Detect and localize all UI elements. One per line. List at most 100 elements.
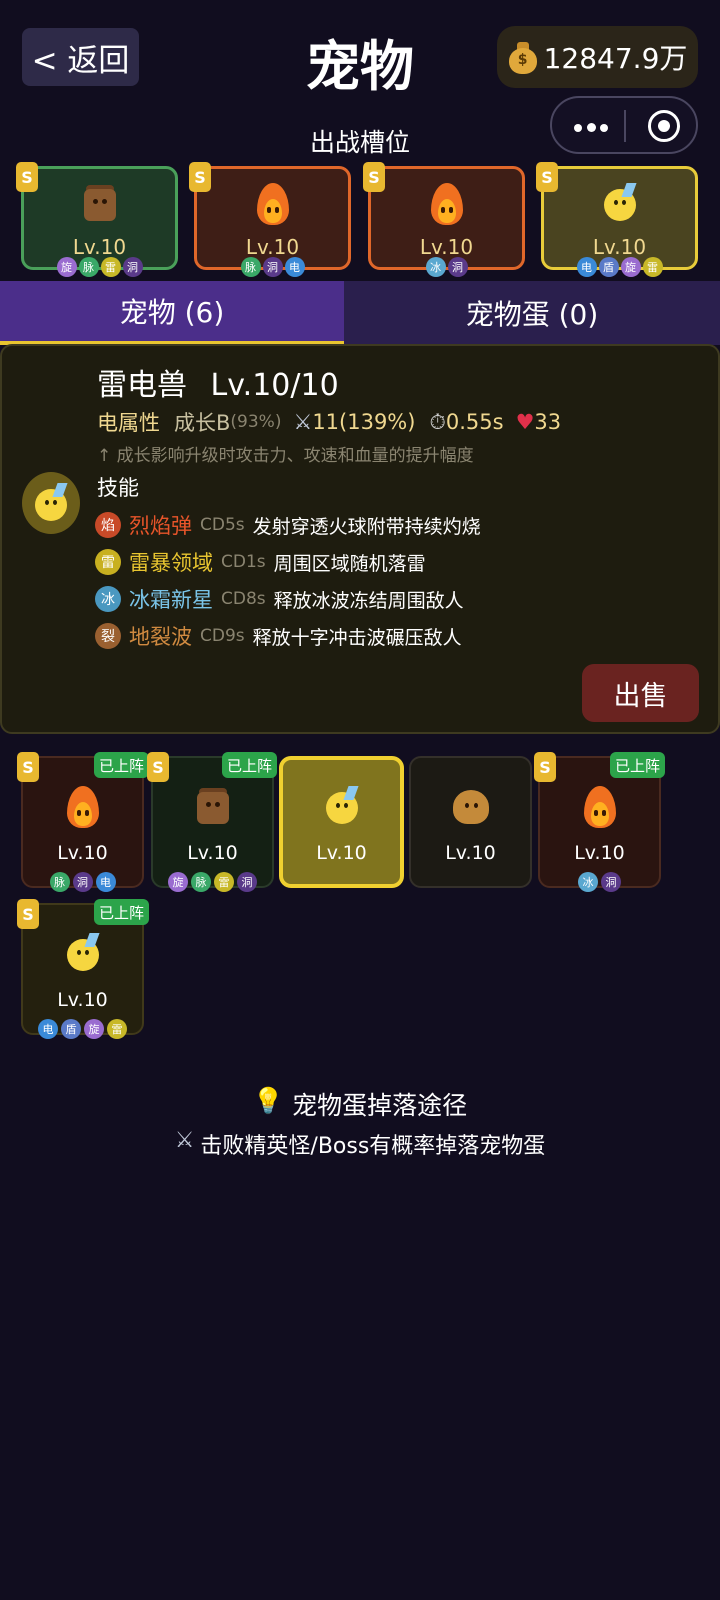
speed-value: 0.55s — [445, 410, 504, 434]
pet-card-tags: 旋脉雷洞 — [153, 872, 272, 892]
skill-cd: CD9s — [200, 626, 245, 646]
skill-name: 地裂波 — [129, 625, 192, 649]
slot-tags: 旋脉雷洞 — [24, 257, 175, 277]
element-tag: 电 — [284, 257, 305, 277]
element-tag: 雷 — [100, 257, 121, 277]
element-tag: 脉 — [240, 257, 261, 277]
element-tag: 旋 — [620, 257, 641, 277]
element-tag: 雷 — [642, 257, 663, 277]
battle-slot[interactable]: Lv.10 冰洞 — [368, 166, 525, 277]
tab-eggs-label: 宠物蛋 (0) — [465, 298, 599, 331]
pet-element: 电属性 — [97, 411, 160, 435]
element-tag: 洞 — [72, 872, 93, 892]
skill-row: 焰 烈焰弹 CD5s 发射穿透火球附带持续灼烧 — [95, 510, 481, 540]
element-tag: 旋 — [168, 872, 188, 892]
slot-tags: 冰洞 — [371, 257, 522, 277]
slot-level: Lv.10 — [245, 235, 300, 259]
skill-row: 冰 冰霜新星 CD8s 释放冰波冻结周围敌人 — [95, 584, 464, 614]
skill-row: 雷 雷暴领域 CD1s 周围区域随机落雷 — [95, 547, 426, 577]
pet-card-level: Lv.10 — [445, 842, 496, 864]
fire-skill-icon: 焰 — [95, 512, 121, 538]
element-tag: 雷 — [107, 1019, 127, 1039]
skill-cd: CD8s — [221, 589, 266, 609]
pet-thunder-bird-icon — [600, 183, 640, 223]
skill-desc: 释放十字冲击波碾压敌人 — [252, 626, 462, 649]
skill-desc: 周围区域随机落雷 — [273, 552, 426, 575]
pet-stump-icon — [80, 183, 120, 223]
slot-level: Lv.10 — [419, 235, 474, 259]
sell-button-label: 出售 — [613, 680, 668, 712]
earth-skill-icon: 裂 — [95, 623, 121, 649]
rank-badge: S — [534, 752, 556, 782]
pet-thunder-bird-icon — [63, 933, 103, 973]
pet-card-selected[interactable]: Lv.10 — [279, 756, 404, 888]
pet-rock-icon — [449, 786, 493, 826]
skill-cd: CD1s — [221, 552, 266, 572]
pet-card[interactable]: Lv.10 — [409, 756, 532, 888]
crossed-swords-icon: ⚔ — [174, 1128, 195, 1153]
skill-desc: 发射穿透火球附带持续灼烧 — [252, 515, 481, 538]
pet-fire-icon — [63, 786, 103, 830]
pet-card-level: Lv.10 — [57, 989, 108, 1011]
skill-row: 裂 地裂波 CD9s 释放十字冲击波碾压敌人 — [95, 621, 462, 651]
element-tag: 盾 — [61, 1019, 81, 1039]
pet-name-line: 雷电兽 Lv.10/10 — [97, 360, 339, 404]
element-tag: 雷 — [214, 872, 234, 892]
pet-fire-icon — [253, 183, 293, 227]
rank-badge: S — [16, 162, 38, 192]
pet-level: Lv.10/10 — [210, 368, 339, 403]
element-tag: 脉 — [191, 872, 211, 892]
rank-badge: S — [147, 752, 169, 782]
deployed-badge: 已上阵 — [94, 899, 150, 925]
tab-pets[interactable]: 宠物 (6) — [0, 281, 344, 345]
pet-fire-icon — [580, 786, 620, 830]
element-tag: 电 — [95, 872, 116, 892]
tab-eggs[interactable]: 宠物蛋 (0) — [344, 281, 720, 345]
rank-badge: S — [17, 752, 39, 782]
money-bag-icon: $ — [508, 40, 538, 74]
drop-info-desc: ⚔ 击败精英怪/Boss有概率掉落宠物蛋 — [0, 1128, 720, 1160]
pet-thunder-bird-icon — [322, 786, 362, 826]
skill-desc: 释放冰波冻结周围敌人 — [273, 589, 464, 612]
coin-amount: 12847.9万 — [543, 42, 688, 75]
drop-title-text: 宠物蛋掉落途径 — [292, 1091, 468, 1120]
pet-card-tags: 电盾旋雷 — [23, 1019, 142, 1039]
battle-slot[interactable]: Lv.10 旋脉雷洞 — [21, 166, 178, 277]
battle-slot[interactable]: Lv.10 电盾旋雷 — [541, 166, 698, 277]
element-tag: 电 — [576, 257, 597, 277]
ice-skill-icon: 冰 — [95, 586, 121, 612]
drop-info-title: 💡 宠物蛋掉落途径 — [0, 1086, 720, 1122]
sword-icon: ⚔ — [293, 410, 313, 434]
pet-card-tags: 脉洞电 — [23, 872, 142, 892]
tab-pets-label: 宠物 (6) — [119, 296, 225, 329]
lightbulb-icon: 💡 — [252, 1086, 285, 1115]
pet-card-level: Lv.10 — [187, 842, 238, 864]
coin-balance: $ 12847.9万 — [497, 26, 698, 88]
growth-hint: ↑ 成长影响升级时攻击力、攻速和血量的提升幅度 — [97, 446, 474, 466]
battle-slot[interactable]: Lv.10 脉洞电 — [194, 166, 351, 277]
pet-card-level: Lv.10 — [57, 842, 108, 864]
thunder-skill-icon: 雷 — [95, 549, 121, 575]
rank-badge: S — [363, 162, 385, 192]
slot-level: Lv.10 — [592, 235, 647, 259]
rank-badge: S — [189, 162, 211, 192]
deployed-badge: 已上阵 — [222, 752, 278, 778]
slot-level: Lv.10 — [72, 235, 127, 259]
element-tag: 洞 — [122, 257, 143, 277]
pet-card-tags: 冰洞 — [540, 872, 659, 892]
rank-badge: S — [17, 899, 39, 929]
element-tag: 洞 — [601, 872, 621, 892]
attack-value: 11(139%) — [312, 410, 416, 434]
rank-badge: S — [536, 162, 558, 192]
pet-fire-icon — [427, 183, 467, 227]
element-tag: 洞 — [447, 257, 468, 277]
pet-card-level: Lv.10 — [574, 842, 625, 864]
element-tag: 旋 — [84, 1019, 104, 1039]
sell-button[interactable]: 出售 — [582, 664, 699, 722]
hp-value: 33 — [534, 410, 562, 434]
element-tag: 盾 — [598, 257, 619, 277]
element-tag: 旋 — [56, 257, 77, 277]
skill-name: 雷暴领域 — [129, 551, 213, 575]
element-tag: 洞 — [262, 257, 283, 277]
slots-title: 出战槽位 — [309, 128, 410, 157]
